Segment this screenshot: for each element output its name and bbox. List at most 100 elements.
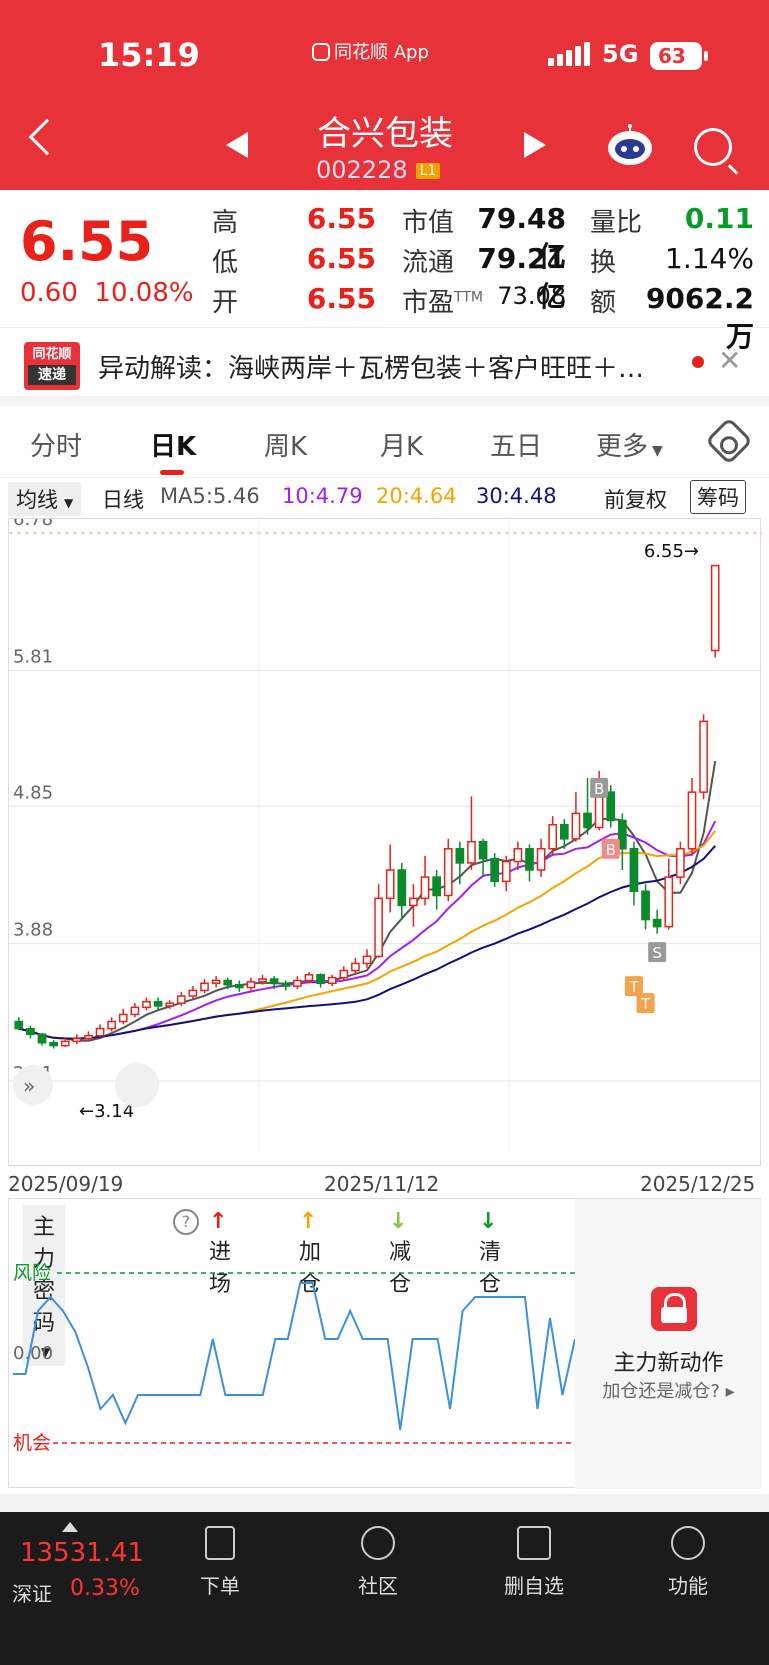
chevron-down-icon: ▼ (64, 496, 74, 510)
candle-up (362, 955, 372, 965)
change-percent: 10.08% (94, 278, 194, 308)
indicator-panel: 主力密码▼ ? ↑进场 ↑加仓 ↓减仓 ↓清仓 风险 0.00 机会 主力新动作 加… (8, 1198, 762, 1489)
index-value[interactable]: 13531.41 (20, 1538, 144, 1568)
ma-select-label: 均线 (16, 488, 58, 512)
ma-select[interactable]: 均线 ▼ (8, 482, 82, 516)
star-icon (361, 1526, 395, 1560)
candle-down (153, 1000, 163, 1007)
status-app-label: 同花顺 App (312, 38, 429, 64)
candle-up (374, 897, 383, 958)
candle-up (188, 989, 198, 997)
chevron-down-icon: ▼ (652, 443, 663, 459)
news-text: 异动解读：海峡两岸＋瓦楞包装＋客户旺旺＋… (98, 354, 645, 384)
change-value: 0.60 (20, 278, 78, 308)
index-name: 深证 (12, 1582, 52, 1606)
logo-top-text: 同花顺 (32, 347, 72, 362)
main-force-promo[interactable]: 主力新动作 加仓还是减仓? ▸ (575, 1199, 762, 1489)
high-label: 高 (212, 208, 239, 238)
candle-down (281, 982, 291, 987)
candle-down (26, 1027, 35, 1036)
tab-more[interactable]: 更多 ▼ (596, 426, 663, 463)
svg-text:S: S (652, 944, 662, 962)
pe-value: 73.08 (497, 282, 566, 310)
next-stock-button[interactable] (524, 132, 546, 158)
ma-bar: 均线 ▼ 日线 MA5:5.46 10:4.79 20:4.64 30:4.48 … (0, 478, 769, 516)
candle-down (617, 819, 627, 850)
tab-weekly-k[interactable]: 周K (264, 426, 307, 463)
candle-down (525, 848, 534, 871)
buy-marker: B (601, 838, 620, 859)
menu-icon (671, 1526, 705, 1560)
open-value: 6.55 (306, 282, 376, 315)
kline-chart[interactable]: 6.785.814.853.882.916.55→←3.14BBSTT» (8, 509, 762, 1166)
low-label: 低 (212, 248, 239, 278)
promo-subtitle: 加仓还是减仓? ▸ (575, 1377, 762, 1403)
candle-up (176, 995, 186, 1004)
adjust-mode[interactable]: 前复权 (604, 484, 667, 514)
ma5-value: MA5:5.46 (160, 484, 260, 508)
nav-functions[interactable]: 功能 (638, 1522, 738, 1599)
stock-code-text: 002228 (316, 156, 408, 184)
nav-community[interactable]: 社区 (328, 1522, 428, 1599)
unread-dot (692, 356, 704, 368)
candle-down (629, 848, 639, 893)
nav-remove-watchlist[interactable]: 删自选 (484, 1522, 584, 1599)
trade-marker: T (636, 993, 655, 1014)
news-banner[interactable]: 同花顺速递 异动解读：海峡两岸＋瓦楞包装＋客户旺旺＋… (0, 328, 769, 406)
promo-title: 主力新动作 (613, 1351, 724, 1376)
candle-up (571, 812, 581, 840)
index-expand-icon[interactable] (62, 1522, 78, 1532)
candle-up (327, 976, 337, 985)
separator (0, 1494, 769, 1512)
network-label: 5G (602, 40, 639, 68)
candle-up (710, 564, 720, 652)
ma20-value: 20:4.64 (376, 484, 457, 508)
level-badge: L1 (415, 163, 441, 179)
period-tabs: 分时 日K 周K 月K 五日 更多 ▼ (0, 406, 769, 478)
chevron-right-icon: ▸ (725, 1381, 735, 1402)
candle-down (316, 974, 325, 985)
logo-bottom-text: 速递 (28, 365, 76, 385)
tab-monthly-k[interactable]: 月K (380, 426, 423, 463)
last-price: 6.55 (20, 210, 154, 273)
candle-up (687, 791, 697, 850)
tab-daily-k[interactable]: 日K (150, 426, 196, 463)
candle-down (478, 840, 488, 860)
app-logo-icon (312, 43, 330, 61)
nav-community-label: 社区 (358, 1574, 398, 1598)
candle-up (501, 860, 511, 883)
open-label: 开 (212, 288, 239, 318)
mcap-label: 市值 (402, 208, 455, 238)
candle-up (200, 982, 209, 992)
tab-intraday[interactable]: 分时 (30, 426, 82, 463)
buy-marker: B (590, 777, 609, 798)
battery-icon: 63 (650, 42, 708, 70)
candle-down (652, 918, 662, 928)
back-button[interactable] (28, 118, 66, 156)
search-icon[interactable] (694, 128, 732, 166)
status-time: 15:19 (98, 36, 200, 74)
svg-text:T: T (640, 995, 651, 1013)
tab-five-day[interactable]: 五日 (490, 426, 542, 463)
nav-order[interactable]: 下单 (170, 1522, 270, 1599)
ai-robot-icon[interactable] (606, 124, 654, 168)
close-icon[interactable]: ✕ (718, 344, 741, 377)
candle-up (513, 848, 523, 863)
turnover-label: 换 (590, 248, 617, 278)
high-value: 6.55 (306, 202, 376, 235)
float-label: 流通 (402, 248, 455, 278)
zero-label: 0.00 (13, 1343, 53, 1364)
candle-up (72, 1037, 82, 1043)
stock-code: 002228 L1 (316, 156, 441, 184)
candle-up (409, 897, 418, 907)
candle-up (130, 1006, 140, 1016)
chips-button[interactable]: 筹码 (690, 480, 746, 514)
order-icon (205, 1526, 235, 1560)
fullscreen-icon (115, 1063, 159, 1107)
nav-functions-label: 功能 (668, 1574, 708, 1598)
x-tick-start: 2025/09/19 (8, 1172, 124, 1196)
candle-down (559, 823, 569, 840)
kline-svg: 6.785.814.853.882.916.55→←3.14BBSTT» (9, 509, 762, 1151)
candle-down (606, 791, 616, 822)
candle-up (420, 876, 430, 900)
